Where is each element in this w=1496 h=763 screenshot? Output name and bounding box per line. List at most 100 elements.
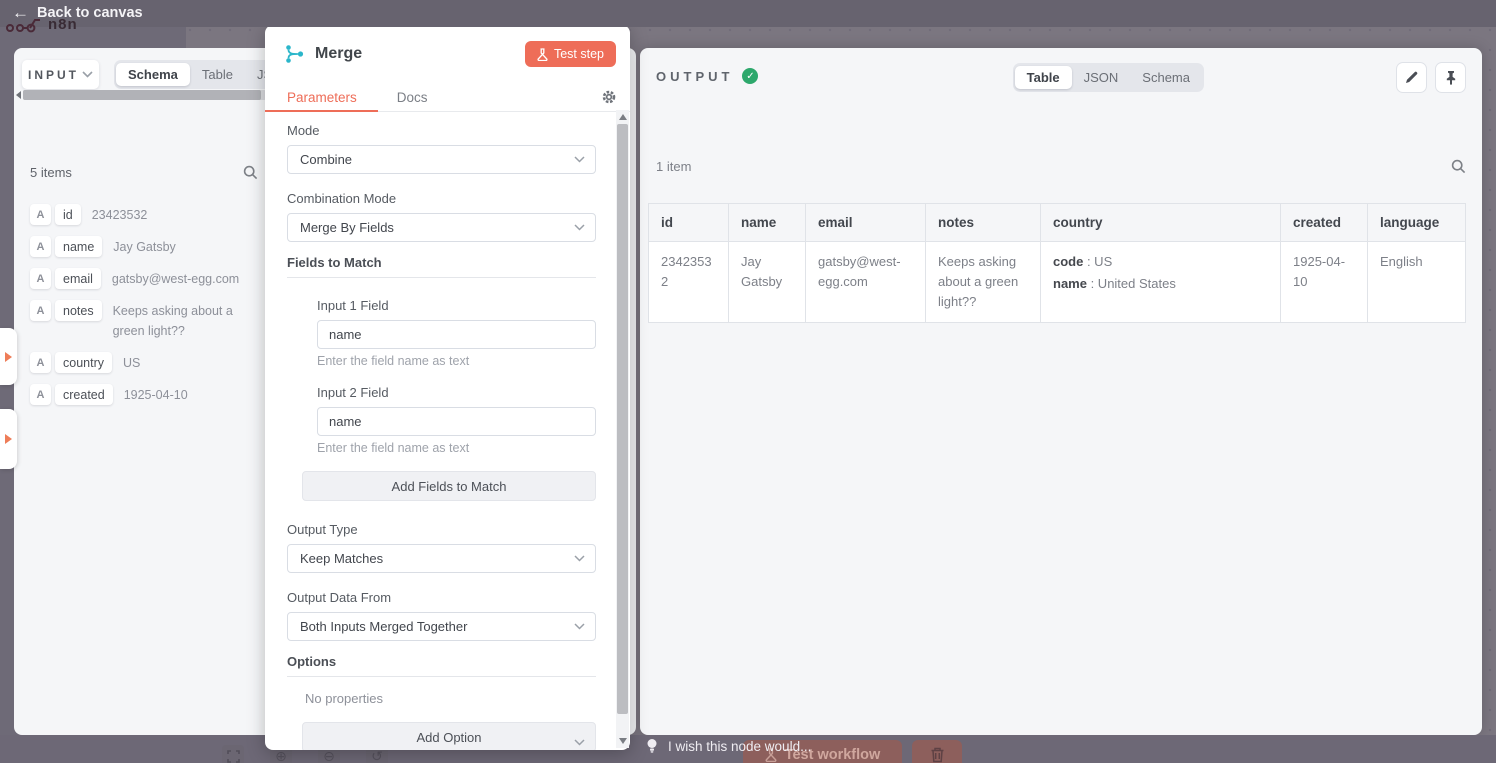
output-items-count: 1 item <box>656 159 691 174</box>
cell-notes: Keeps asking about a green light?? <box>926 242 1041 323</box>
output-panel-title: OUTPUT <box>656 69 733 84</box>
edit-output-button[interactable] <box>1396 62 1427 93</box>
input-2-connector[interactable] <box>0 409 17 469</box>
cell-country: code : USname : United States <box>1041 242 1281 323</box>
node-settings-panel: Merge Test step Parameters Docs Mode Com… <box>265 25 630 750</box>
schema-item-email[interactable]: Aemailgatsby@west-egg.com <box>30 268 260 289</box>
string-type-icon: A <box>30 352 51 373</box>
output-data-table: idnameemailnotescountrycreatedlanguage23… <box>648 203 1466 323</box>
scroll-down-arrow-icon[interactable] <box>619 738 627 744</box>
chevron-down-icon <box>574 156 585 163</box>
schema-value: Keeps asking about a green light?? <box>113 300 260 341</box>
tab-parameters[interactable]: Parameters <box>287 90 357 105</box>
schema-item-notes[interactable]: Anotes Keeps asking about a green light?? <box>30 300 260 341</box>
tab-docs[interactable]: Docs <box>397 90 428 105</box>
add-fields-to-match-button[interactable]: Add Fields to Match <box>302 471 596 501</box>
schema-item-name[interactable]: AnameJay Gatsby <box>30 236 260 257</box>
output-tab-json[interactable]: JSON <box>1072 66 1131 89</box>
connector-arrow-icon <box>5 434 12 444</box>
input2-field-label: Input 2 Field <box>317 385 596 400</box>
input-items-count: 5 items <box>30 165 72 180</box>
input-tab-schema[interactable]: Schema <box>116 63 190 86</box>
scroll-left-arrow-icon[interactable] <box>16 91 21 99</box>
vscroll-thumb[interactable] <box>617 124 628 714</box>
n8n-node-detail-view: n8n ← Back to canvas INPUT Schema Table … <box>0 0 1496 763</box>
input2-field-input[interactable] <box>317 407 596 436</box>
schema-key-pill[interactable]: name <box>55 236 102 257</box>
fit-view-icon[interactable] <box>222 745 244 763</box>
schema-value: 23423532 <box>92 204 148 225</box>
table-row[interactable]: 23423532Jay Gatsbygatsby@west-egg.comKee… <box>649 242 1466 323</box>
string-type-icon: A <box>30 300 51 321</box>
string-type-icon: A <box>30 384 51 405</box>
column-header-name: name <box>729 204 806 242</box>
test-step-label: Test step <box>554 47 604 61</box>
schema-item-country[interactable]: Acountry US <box>30 352 260 373</box>
node-panel-scrollbar[interactable] <box>616 110 629 748</box>
options-empty-text: No properties <box>305 691 596 706</box>
cell-created: 1925-04-10 <box>1281 242 1368 323</box>
connector-arrow-icon <box>5 352 12 362</box>
chevron-down-icon <box>574 224 585 231</box>
back-to-canvas-button[interactable]: ← Back to canvas <box>12 4 143 21</box>
schema-key-pill[interactable]: country <box>55 352 112 373</box>
test-step-button[interactable]: Test step <box>525 41 616 67</box>
scroll-up-arrow-icon[interactable] <box>619 114 627 120</box>
column-header-email: email <box>806 204 926 242</box>
column-header-id: id <box>649 204 729 242</box>
node-feedback-link[interactable]: I wish this node would... <box>646 738 811 754</box>
schema-key-pill[interactable]: email <box>55 268 101 289</box>
schema-value: US <box>123 352 140 373</box>
search-icon[interactable] <box>243 165 258 180</box>
pin-data-button[interactable] <box>1435 62 1466 93</box>
output-data-from-select[interactable]: Both Inputs Merged Together <box>287 612 596 641</box>
pin-icon <box>1444 70 1458 85</box>
output-type-label: Output Type <box>287 522 596 537</box>
input-1-connector[interactable] <box>0 328 17 385</box>
hscroll-thumb[interactable] <box>23 90 261 100</box>
input2-field-hint: Enter the field name as text <box>317 441 596 455</box>
cell-name: Jay Gatsby <box>729 242 806 323</box>
node-panel-tabs: Parameters Docs <box>265 83 630 112</box>
chevron-down-icon <box>574 555 585 562</box>
pencil-icon <box>1404 70 1419 85</box>
output-tab-table[interactable]: Table <box>1015 66 1072 89</box>
input-schema-list: Aid23423532AnameJay GatsbyAemailgatsby@w… <box>30 204 260 416</box>
input1-field-label: Input 1 Field <box>317 298 596 313</box>
input1-field-input[interactable] <box>317 320 596 349</box>
parameters-form: Mode Combine Combination Mode Merge By F… <box>265 113 616 750</box>
wish-text: I wish this node would... <box>668 739 811 754</box>
schema-key-pill[interactable]: id <box>55 204 81 225</box>
mode-label: Mode <box>287 123 596 138</box>
string-type-icon: A <box>30 204 51 225</box>
options-header: Options <box>287 654 596 677</box>
delete-node-button[interactable] <box>912 740 962 763</box>
search-icon[interactable] <box>1451 159 1466 174</box>
schema-key-pill[interactable]: notes <box>55 300 102 321</box>
schema-key-pill[interactable]: created <box>55 384 113 405</box>
chevron-down-icon <box>574 739 585 746</box>
mode-select[interactable]: Combine <box>287 145 596 174</box>
output-type-select[interactable]: Keep Matches <box>287 544 596 573</box>
input-horizontal-scrollbar[interactable] <box>16 89 266 100</box>
column-header-created: created <box>1281 204 1368 242</box>
trash-icon <box>930 747 945 763</box>
string-type-icon: A <box>30 236 51 257</box>
schema-item-id[interactable]: Aid 23423532 <box>30 204 260 225</box>
success-check-icon: ✓ <box>742 68 758 84</box>
chevron-down-icon <box>574 623 585 630</box>
chevron-down-icon <box>82 71 93 78</box>
lightbulb-icon <box>646 738 658 754</box>
back-label: Back to canvas <box>37 5 143 21</box>
input-source-select[interactable]: INPUT <box>22 60 99 89</box>
output-tab-schema[interactable]: Schema <box>1130 66 1202 89</box>
schema-value: gatsby@west-egg.com <box>112 268 239 289</box>
input-tab-table[interactable]: Table <box>190 63 245 86</box>
fields-to-match-header: Fields to Match <box>287 255 596 278</box>
column-header-country: country <box>1041 204 1281 242</box>
input-panel-title: INPUT <box>28 68 79 82</box>
schema-item-created[interactable]: Acreated1925-04-10 <box>30 384 260 405</box>
add-option-button[interactable]: Add Option <box>302 722 596 750</box>
combination-mode-select[interactable]: Merge By Fields <box>287 213 596 242</box>
gear-icon[interactable] <box>601 89 617 105</box>
